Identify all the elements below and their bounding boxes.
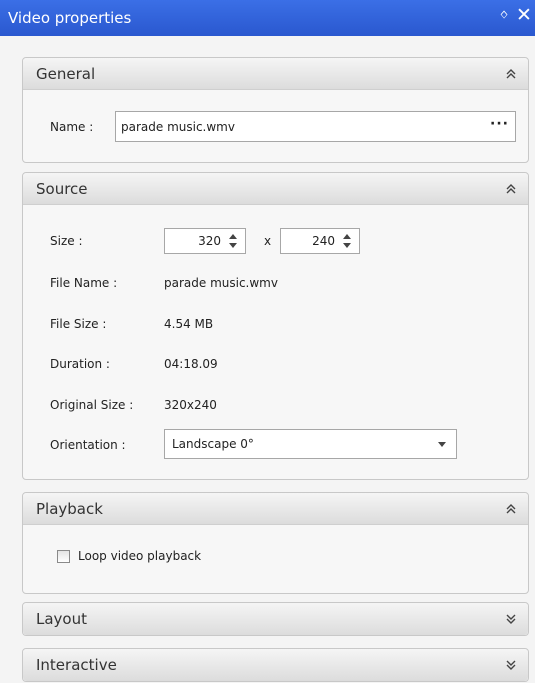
size-label: Size : xyxy=(50,234,83,248)
section-playback-title: Playback xyxy=(36,500,103,518)
name-input[interactable]: parade music.wmv ··· xyxy=(115,111,516,142)
panel-title: Video properties xyxy=(8,9,132,27)
original-size-value: 320x240 xyxy=(164,398,217,412)
duration-label: Duration : xyxy=(50,357,110,371)
height-stepper-value: 240 xyxy=(312,234,335,248)
orientation-label: Orientation : xyxy=(50,438,126,452)
section-source-header[interactable]: Source xyxy=(23,173,528,205)
file-size-value: 4.54 MB xyxy=(164,317,214,331)
section-general-header[interactable]: General xyxy=(23,58,528,90)
section-interactive-header[interactable]: Interactive xyxy=(23,649,528,681)
section-playback: Playback Loop video playback xyxy=(22,492,529,594)
chevron-up-icon[interactable] xyxy=(504,66,518,82)
section-interactive: Interactive xyxy=(22,648,529,682)
pin-icon[interactable]: ᛜ xyxy=(495,6,513,25)
file-name-value: parade music.wmv xyxy=(164,276,278,290)
original-size-label: Original Size : xyxy=(50,398,134,412)
section-layout-title: Layout xyxy=(36,610,87,628)
browse-button[interactable]: ··· xyxy=(490,116,509,132)
duration-value: 04:18.09 xyxy=(164,357,218,371)
section-general: General Name : parade music.wmv ··· xyxy=(22,57,529,163)
width-stepper[interactable]: 320 xyxy=(164,228,246,254)
height-stepper[interactable]: 240 xyxy=(280,228,360,254)
size-separator: x xyxy=(264,234,272,248)
stepper-arrows-icon[interactable] xyxy=(341,232,353,250)
chevron-up-icon[interactable] xyxy=(504,501,518,517)
file-name-label: File Name : xyxy=(50,276,118,290)
loop-label[interactable]: Loop video playback xyxy=(78,549,201,563)
name-input-value: parade music.wmv xyxy=(121,120,235,134)
close-icon[interactable]: ✕ xyxy=(515,4,533,26)
panel-titlebar: Video properties ᛜ ✕ xyxy=(0,0,535,36)
section-interactive-title: Interactive xyxy=(36,656,117,674)
chevron-down-icon[interactable] xyxy=(504,611,518,627)
orientation-select[interactable]: Landscape 0° xyxy=(164,429,457,459)
section-layout: Layout xyxy=(22,602,529,636)
chevron-up-icon[interactable] xyxy=(504,181,518,197)
dropdown-arrow-icon[interactable] xyxy=(438,442,446,447)
file-size-label: File Size : xyxy=(50,317,107,331)
section-playback-header[interactable]: Playback xyxy=(23,493,528,525)
loop-checkbox[interactable] xyxy=(57,550,70,563)
name-label: Name : xyxy=(50,120,94,134)
section-source-title: Source xyxy=(36,180,88,198)
chevron-down-icon[interactable] xyxy=(504,657,518,673)
stepper-arrows-icon[interactable] xyxy=(227,232,239,250)
section-source: Source Size : 320 x 240 File Name : para… xyxy=(22,172,529,480)
section-layout-header[interactable]: Layout xyxy=(23,603,528,635)
orientation-select-value: Landscape 0° xyxy=(172,437,254,451)
width-stepper-value: 320 xyxy=(198,234,221,248)
properties-panel: General Name : parade music.wmv ··· Sour… xyxy=(0,36,535,683)
section-general-title: General xyxy=(36,65,96,83)
